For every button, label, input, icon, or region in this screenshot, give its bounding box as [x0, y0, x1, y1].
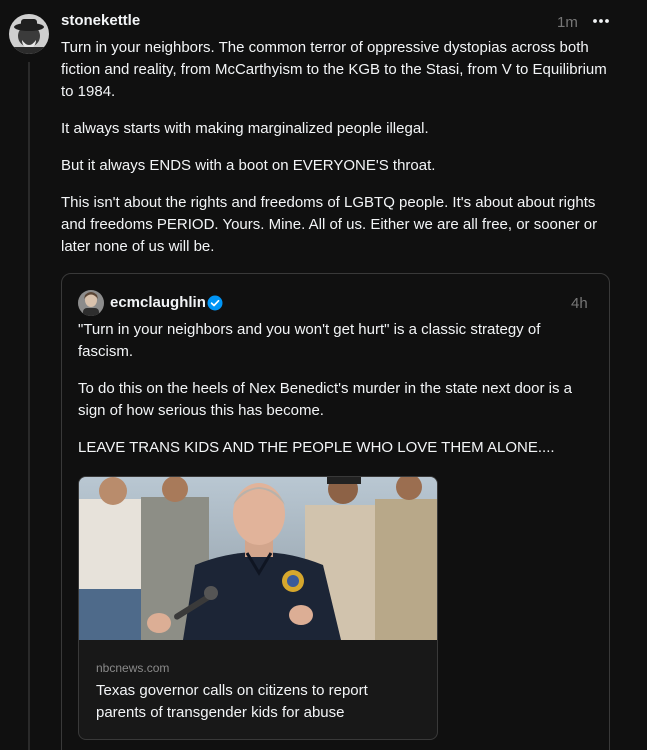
author-avatar[interactable] [9, 14, 49, 54]
post-body: Turn in your neighbors. The common terro… [61, 37, 621, 273]
thread-connector-line [28, 62, 30, 750]
verified-badge-icon [207, 295, 223, 311]
quoted-post-body: "Turn in your neighbors and you won't ge… [78, 319, 593, 474]
post-paragraph: But it always ENDS with a boot on EVERYO… [61, 157, 436, 174]
link-domain: nbcnews.com [96, 661, 170, 675]
link-preview-card[interactable]: nbcnews.com Texas governor calls on citi… [78, 476, 438, 740]
author-username[interactable]: stonekettle [61, 12, 140, 29]
quoted-paragraph: "Turn in your neighbors and you won't ge… [78, 321, 541, 360]
quoted-post-timestamp[interactable]: 4h [571, 295, 588, 312]
quoted-paragraph: To do this on the heels of Nex Benedict'… [78, 380, 572, 419]
author-avatar-image [9, 14, 49, 54]
post-timestamp[interactable]: 1m [557, 14, 578, 31]
link-preview-image [79, 477, 437, 640]
quoted-author-avatar[interactable] [78, 290, 104, 316]
more-horizontal-icon [593, 19, 609, 23]
post-paragraph: It always starts with making marginalize… [61, 120, 429, 137]
quoted-author-username[interactable]: ecmclaughlin [110, 294, 206, 311]
post-paragraph: Turn in your neighbors. The common terro… [61, 39, 607, 100]
quoted-author-avatar-image [78, 290, 104, 316]
link-headline[interactable]: Texas governor calls on citizens to repo… [96, 680, 416, 724]
thread-post: stonekettle 1m Turn in your neighbors. T… [0, 0, 647, 750]
quoted-paragraph: LEAVE TRANS KIDS AND THE PEOPLE WHO LOVE… [78, 439, 555, 456]
post-paragraph: This isn't about the rights and freedoms… [61, 194, 598, 255]
quoted-post-card[interactable]: ecmclaughlin 4h "Turn in your neighbors … [61, 273, 610, 750]
more-options-button[interactable] [588, 10, 614, 32]
news-photo-illustration [79, 477, 437, 640]
